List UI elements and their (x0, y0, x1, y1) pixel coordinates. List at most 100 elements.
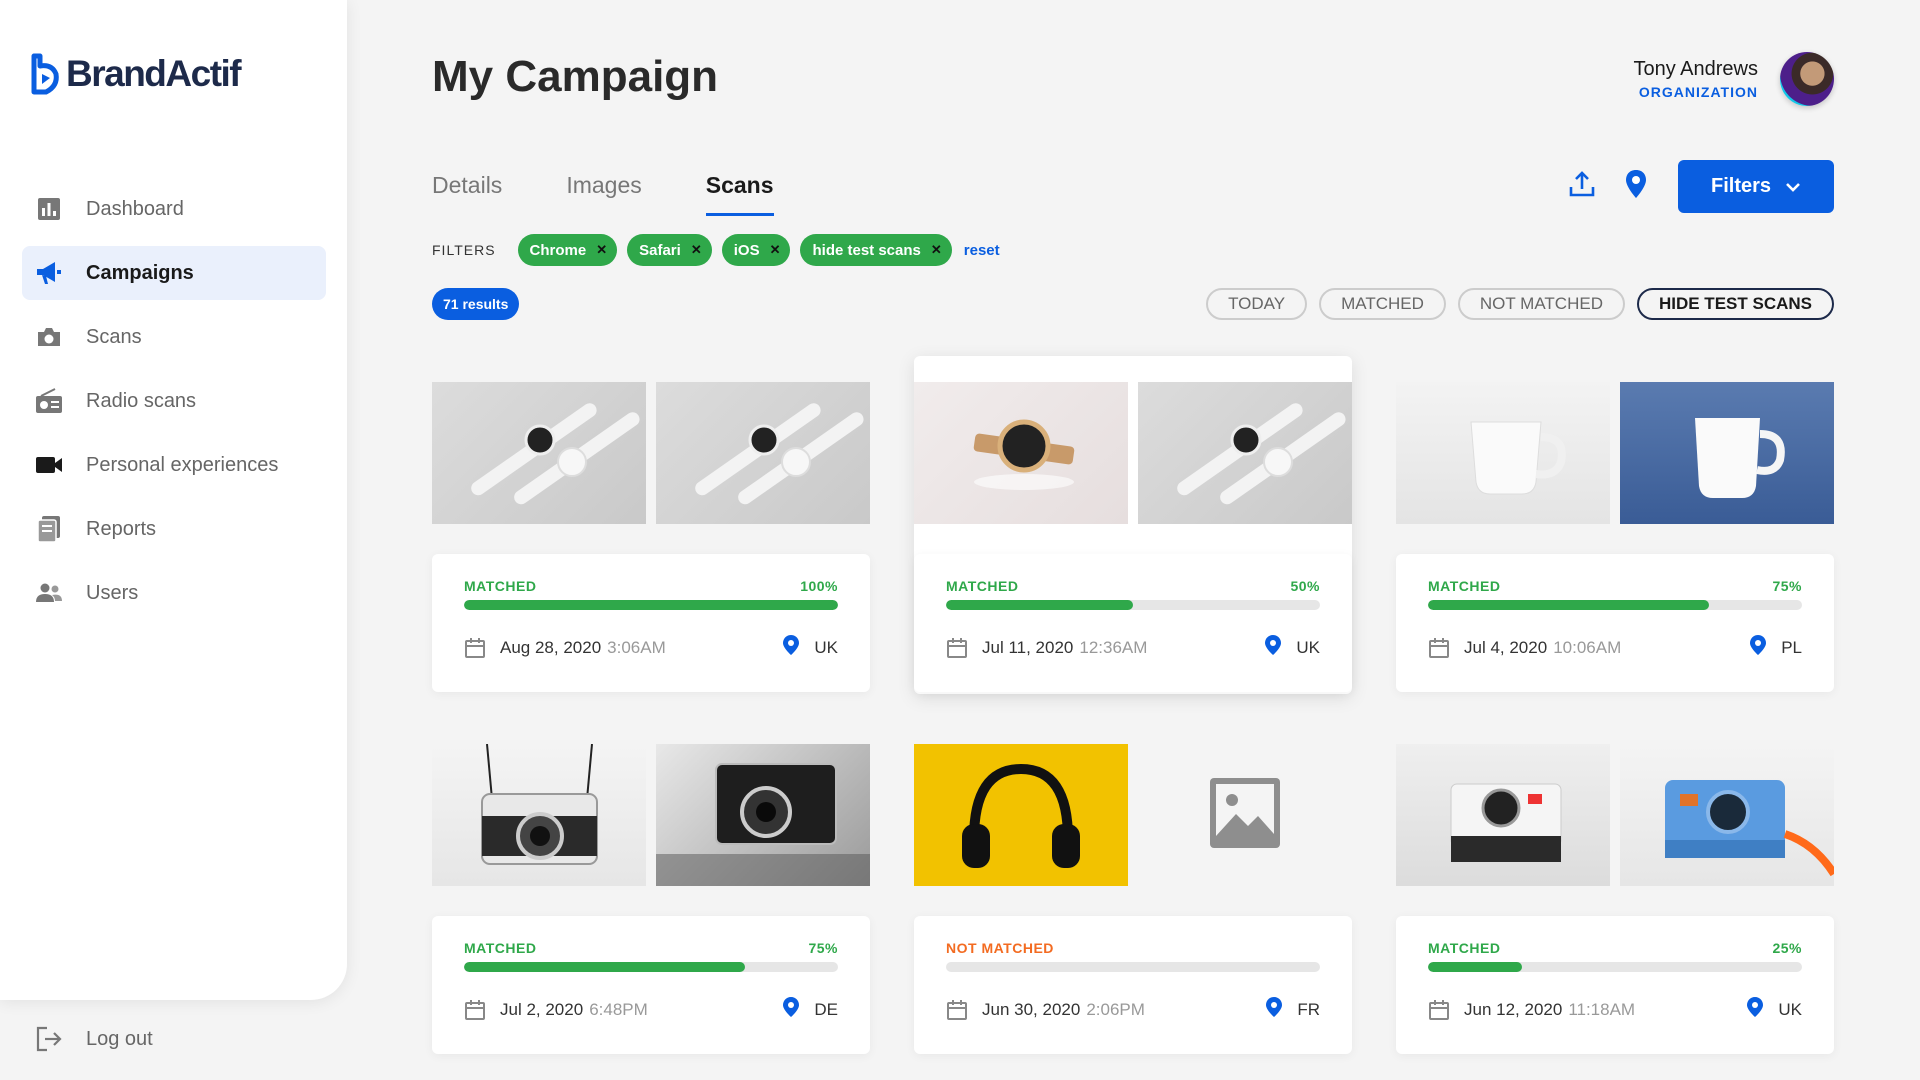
map-view-button[interactable] (1618, 169, 1654, 205)
scan-country: DE (814, 999, 838, 1019)
filter-chip-hide-test-scans[interactable]: hide test scans ✕ (800, 234, 952, 266)
filter-chip-safari[interactable]: Safari ✕ (627, 234, 712, 266)
quick-filter-hide-test-scans[interactable]: HIDE TEST SCANS (1636, 288, 1834, 320)
white-mug-image[interactable] (1620, 382, 1834, 524)
close-icon[interactable]: ✕ (596, 242, 607, 258)
scan-date: Jul 11, 2020 (982, 637, 1074, 657)
match-status-label: MATCHED (946, 578, 1019, 594)
wrist-watch-image[interactable] (914, 382, 1128, 524)
scan-card[interactable]: MATCHED 75% Jul 4, 2020 10:06AM PL (1396, 356, 1834, 694)
tab-details[interactable]: Details (432, 172, 502, 216)
watch-pair-image[interactable] (432, 382, 646, 524)
sidebar-nav: Dashboard Campaigns Scans Radio scans Pe… (22, 182, 326, 630)
users-icon (34, 578, 64, 608)
image-placeholder (1138, 744, 1352, 886)
filter-chip-ios[interactable]: iOS ✕ (721, 234, 791, 266)
toolbar: Filters (1564, 160, 1834, 213)
sidebar-item-dashboard[interactable]: Dashboard (22, 182, 326, 236)
sidebar: BrandActif Dashboard Campaigns Scans Rad… (0, 0, 347, 1000)
sidebar-item-label: Scans (86, 325, 142, 348)
quick-filter-not-matched[interactable]: NOT MATCHED (1457, 288, 1625, 320)
scan-location: DE (782, 996, 838, 1023)
close-icon[interactable]: ✕ (770, 242, 781, 258)
match-progress-fill (464, 962, 745, 972)
scan-time: 6:48PM (589, 999, 648, 1019)
sidebar-item-radio-scans[interactable]: Radio scans (22, 374, 326, 428)
export-button[interactable] (1564, 169, 1600, 205)
bar-chart-icon (34, 194, 64, 224)
avatar[interactable] (1780, 52, 1834, 106)
scan-time: 2:06PM (1086, 999, 1145, 1019)
scan-date: Jun 30, 2020 (982, 999, 1081, 1019)
match-percent: 75% (808, 940, 838, 956)
headphones-image[interactable] (914, 744, 1128, 886)
sidebar-item-scans[interactable]: Scans (22, 310, 326, 364)
tab-images[interactable]: Images (566, 172, 641, 216)
match-status-label: MATCHED (464, 578, 537, 594)
scan-card-details: MATCHED 75% Jul 2, 2020 6:48PM DE (432, 916, 870, 1054)
logout-button[interactable]: Log out (34, 1024, 153, 1054)
map-pin-icon (782, 634, 800, 661)
watch-pair-image[interactable] (1138, 382, 1352, 524)
match-status-label: MATCHED (1428, 940, 1501, 956)
filter-chip-label: hide test scans (812, 241, 921, 259)
page-title: My Campaign (432, 52, 719, 101)
film-camera-image[interactable] (656, 744, 870, 886)
filters-label: FILTERS (432, 242, 496, 258)
scan-date: Jun 12, 2020 (1464, 999, 1563, 1019)
scan-date: Jul 2, 2020 (500, 999, 584, 1019)
close-icon[interactable]: ✕ (931, 242, 942, 258)
calendar-icon (464, 999, 486, 1021)
filter-chip-chrome[interactable]: Chrome ✕ (517, 234, 618, 266)
sidebar-item-reports[interactable]: Reports (22, 502, 326, 556)
scan-images (432, 382, 870, 524)
sidebar-item-users[interactable]: Users (22, 566, 326, 620)
scan-card-details: MATCHED 25% Jun 12, 2020 11:18AM UK (1396, 916, 1834, 1054)
tab-scans[interactable]: Scans (705, 172, 774, 216)
match-progress-bar (464, 600, 838, 610)
scan-time: 12:36AM (1079, 637, 1148, 657)
scan-card[interactable]: MATCHED 50% Jul 11, 2020 12:36AM UK (914, 356, 1352, 694)
watch-pair-image[interactable] (656, 382, 870, 524)
scan-meta: Jul 4, 2020 10:06AM PL (1428, 634, 1802, 661)
reports-icon (34, 514, 64, 544)
filter-chip-label: iOS (733, 241, 760, 259)
match-status-row: NOT MATCHED (946, 940, 1320, 956)
scan-card[interactable]: MATCHED 100% Aug 28, 2020 3:06AM UK (432, 356, 870, 694)
polaroid-camera-image[interactable] (1396, 744, 1610, 886)
match-progress-fill (1428, 962, 1522, 972)
scan-card[interactable]: MATCHED 75% Jul 2, 2020 6:48PM DE (432, 718, 870, 1056)
match-progress-bar (1428, 600, 1802, 610)
sidebar-item-label: Users (86, 581, 139, 604)
quick-filters: TODAY MATCHED NOT MATCHED HIDE TEST SCAN… (1206, 288, 1834, 320)
sidebar-item-campaigns[interactable]: Campaigns (22, 246, 326, 300)
filter-chip-label: Chrome (529, 241, 587, 259)
quick-filter-today[interactable]: TODAY (1206, 288, 1308, 320)
scan-location: UK (782, 634, 838, 661)
scan-card[interactable]: NOT MATCHED Jun 30, 2020 2:06PM FR (914, 718, 1352, 1056)
results-count-badge: 71 results (432, 288, 520, 320)
scan-location: PL (1749, 634, 1802, 661)
film-camera-image[interactable] (432, 744, 646, 886)
user-profile[interactable]: Tony Andrews ORGANIZATION (1633, 52, 1834, 106)
reset-filters-link[interactable]: reset (964, 242, 1000, 259)
scan-meta: Aug 28, 2020 3:06AM UK (464, 634, 838, 661)
logout-icon (34, 1024, 64, 1054)
scan-images (914, 744, 1352, 886)
scan-card[interactable]: MATCHED 25% Jun 12, 2020 11:18AM UK (1396, 718, 1834, 1056)
sidebar-item-personal-experiences[interactable]: Personal experiences (22, 438, 326, 492)
match-status-row: MATCHED 25% (1428, 940, 1802, 956)
brand-logo[interactable]: BrandActif (30, 52, 242, 96)
scan-time: 10:06AM (1553, 637, 1622, 657)
close-icon[interactable]: ✕ (691, 242, 702, 258)
map-pin-icon (1265, 996, 1283, 1023)
white-mug-image[interactable] (1396, 382, 1610, 524)
filters-button[interactable]: Filters (1678, 160, 1834, 213)
map-pin-icon (1624, 169, 1648, 204)
calendar-icon (946, 999, 968, 1021)
polaroid-camera-image[interactable] (1620, 744, 1834, 886)
megaphone-icon (34, 258, 64, 288)
quick-filter-matched[interactable]: MATCHED (1319, 288, 1446, 320)
image-icon (1208, 776, 1282, 855)
match-progress-bar (946, 962, 1320, 972)
